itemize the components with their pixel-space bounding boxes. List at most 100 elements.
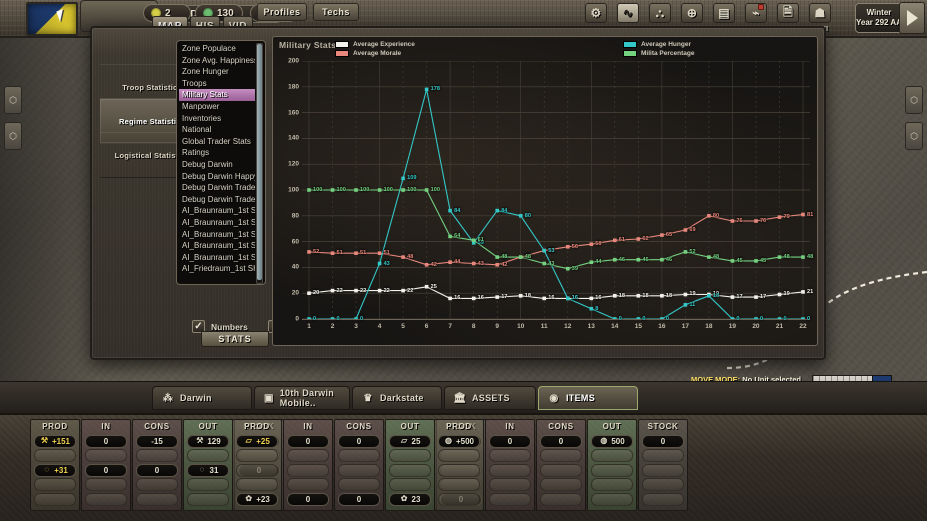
resource-empty-slot [642,449,684,462]
military-stats-chart[interactable]: Military Stats Average ExperienceAverage… [272,36,818,346]
list-item[interactable]: Troops [179,78,255,90]
resource-value-stock[interactable]: 0 [642,435,684,448]
resource-value-out[interactable]: ◌31 [187,464,229,477]
list-item[interactable]: Global Trader Stats [179,136,255,148]
list-scrollbar[interactable] [256,43,263,284]
list-item[interactable]: Debug Darwin Trade [179,182,255,194]
list-item[interactable]: Zone Hunger [179,66,255,78]
list-item[interactable]: AI_Braunraum_1st SHQ [179,252,255,264]
techs-button[interactable]: Techs [313,3,359,21]
list-item[interactable]: Manpower [179,101,255,113]
resource-value-prod[interactable]: ▱+25 [236,435,278,448]
map-side-tab-1[interactable]: ⬡ [4,86,22,114]
list-item[interactable]: AI_Braunraum_1st SHQ [179,217,255,229]
data-point-label: 48 [525,254,531,260]
data-point-label: 18 [619,293,625,299]
data-point-label: 0 [783,316,786,322]
x-axis-tick-label: 2 [331,323,335,330]
resource-value-out[interactable]: ▱25 [389,435,431,448]
data-point-label: 39 [572,266,578,272]
resource-empty-slot [338,449,380,462]
list-item[interactable]: AI_Braunraum_1st SHQ [179,240,255,252]
decision-icon: ⌁ [745,3,767,23]
resource-empty-slot [489,493,531,506]
resource-value-in[interactable]: 0 [287,435,329,448]
play-icon [907,10,918,26]
list-item[interactable]: National [179,124,255,136]
year-label: Year 292 AA [856,18,902,28]
resource-empty-slot [287,464,329,477]
resource-column-cons: CONS00 [334,419,384,511]
data-point-label: 48 [783,254,789,260]
regime-flag-icon[interactable] [26,2,78,36]
value-text: 31 [210,466,219,475]
resource-empty-slot [642,493,684,506]
resource-value-cons[interactable]: -15 [136,435,178,448]
data-point-label: 0 [313,316,316,322]
stats-window-footer-tab[interactable]: STATS [201,331,269,347]
value-text: 0 [559,437,563,446]
list-item[interactable]: Debug Darwin Happy [179,171,255,183]
tab-items[interactable]: ◉ITEMS [538,386,638,410]
data-point-label: 21 [807,289,813,295]
data-point-label: 18 [525,293,531,299]
column-header-in: IN [486,420,534,433]
end-turn-button[interactable] [899,2,925,34]
list-item[interactable]: Debug Darwin [179,159,255,171]
list-item[interactable]: Zone Populace [179,43,255,55]
list-scroll-thumb[interactable] [257,44,262,280]
map-side-tab-3[interactable]: ⬡ [905,86,923,114]
resource-value-out[interactable]: ⚒129 [187,435,229,448]
resource-column-cons: CONS-150 [132,419,182,511]
resource-column-in: IN 0 [485,419,535,511]
resource-value-cons[interactable]: 0 [338,435,380,448]
list-item[interactable]: Ratings [179,147,255,159]
legend-item-3: Milita Percentage [623,50,694,57]
x-axis-tick-label: 13 [588,323,595,330]
tab-darwin-label: Darwin [180,393,212,403]
resource-value-prod[interactable]: ◌+31 [34,464,76,477]
resource-empty-slot [85,478,127,491]
data-point-label: 61 [619,237,625,243]
data-point-label: 44 [595,259,601,265]
legend-label: Average Experience [353,41,415,48]
tab-10th-darwin-mobile-label: 10th Darwin Mobile.. [280,388,349,408]
map-side-tab-4[interactable]: ⬡ [905,122,923,150]
resource-value-in[interactable]: 0 [287,493,329,506]
data-point-label: 65 [666,232,672,238]
resource-value-out[interactable]: ◍500 [591,435,633,448]
map-side-tab-2[interactable]: ⬡ [4,122,22,150]
list-item[interactable]: AI_Braunraum_1st SHQ [179,229,255,241]
list-item[interactable]: AI_Friedraum_1st SHQ [179,263,255,275]
tab-darwin[interactable]: ⁂Darwin [152,386,252,410]
list-item[interactable]: AI_Braunraum_1st SHQ [179,205,255,217]
resource-value-prod[interactable]: ◍+500 [438,435,480,448]
tab-darkstate[interactable]: ♛Darkstate [352,386,442,410]
resource-value-in[interactable]: 0 [85,435,127,448]
resource-value-cons[interactable]: 0 [338,493,380,506]
resource-value-prod[interactable]: ✿+23 [236,493,278,506]
resource-empty-slot [85,493,127,506]
resource-value-cons[interactable]: 0 [540,435,582,448]
data-point-label: 69 [689,227,695,233]
data-point-label: 8 [595,306,598,312]
list-item[interactable]: Debug Darwin Trade Pr [179,194,255,206]
list-item-selected[interactable]: Military Stats [179,89,255,101]
resource-value-in[interactable]: 0 [489,435,531,448]
profiles-button[interactable]: Profiles [257,3,307,21]
x-axis-tick-label: 9 [495,323,499,330]
tab-assets[interactable]: 🏛ASSETS [444,386,536,410]
resource-empty-slot [136,478,178,491]
list-item[interactable]: Zone Avg. Happiness [179,55,255,67]
y-axis-tick-label: 200 [288,58,299,65]
resource-value-cons[interactable]: 0 [136,464,178,477]
resource-value-prod[interactable]: ⚒+151 [34,435,76,448]
x-axis-tick-label: 21 [776,323,783,330]
list-item[interactable]: Inventories [179,113,255,125]
resource-value-in[interactable]: 0 [85,464,127,477]
resource-value-out[interactable]: ✿23 [389,493,431,506]
data-point-label: 0 [642,316,645,322]
statistics-list[interactable]: Zone PopulaceZone Avg. HappinessZone Hun… [176,40,266,285]
x-axis-tick-label: 15 [635,323,642,330]
tab-10th-darwin-mobile[interactable]: ▣10th Darwin Mobile.. [254,386,350,410]
